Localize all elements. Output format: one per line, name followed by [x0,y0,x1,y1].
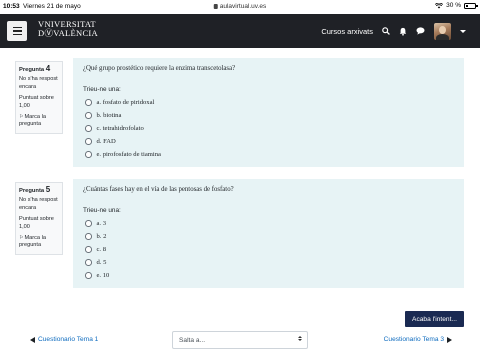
question-info-4: Pregunta 4 No s'ha respost encara Puntua… [15,61,63,134]
menu-icon-bar [12,30,22,32]
archived-courses-link[interactable]: Cursos arxivats [321,27,373,36]
radio-button[interactable] [85,112,92,119]
answer-option[interactable]: c. tetrahidrofolato [83,122,454,135]
radio-button[interactable] [85,233,92,240]
question-state: No s'ha respost encara [19,76,58,90]
answer-prompt: Trieu-ne una: [83,86,121,93]
answer-label: c. tetrahidrofolato [96,125,144,132]
question-text: ¿Qué grupo prostético requiere la enzima… [83,65,236,72]
arrow-left-icon [30,336,35,343]
status-bar: 10:53 Viernes 21 de mayo aulavirtual.uv.… [0,0,480,14]
question-grade: Puntuat sobre 1,00 [19,216,54,230]
avatar[interactable] [434,22,451,40]
radio-button[interactable] [85,246,92,253]
menu-button[interactable] [7,21,27,41]
wifi-icon [435,2,444,8]
logo-line-2: DⓋVALÈNCIA [38,28,98,38]
previous-activity-link[interactable]: Cuestionario Tema 1 [30,336,98,343]
answer-label: e. 10 [96,272,110,279]
answer-list: a. 3 b. 2 c. 8 d. 5 e. 10 [83,217,454,282]
answer-label: c. 8 [96,246,107,253]
question-label: Pregunta [19,67,45,73]
status-time: 10:53 [3,3,20,10]
flag-label: Marca la pregunta [19,235,46,249]
radio-button[interactable] [85,151,92,158]
question-info-5: Pregunta 5 No s'ha respost encara Puntua… [15,182,63,255]
question-number-value: 5 [45,185,51,194]
finish-attempt-button[interactable]: Acaba l'intent... [405,311,464,327]
answer-label: a. 3 [96,220,107,227]
radio-button[interactable] [85,99,92,106]
flag-icon: ⚐ [19,114,24,121]
answer-label: d. FAD [96,138,116,145]
bell-icon[interactable] [399,27,407,36]
answer-option[interactable]: a. 3 [83,217,454,230]
battery-icon [464,2,478,9]
question-grade: Puntuat sobre 1,00 [19,95,54,109]
search-icon[interactable] [382,27,390,35]
question-content-4: ¿Qué grupo prostético requiere la enzima… [73,58,464,167]
battery-fill [466,4,469,7]
menu-icon-bar [12,26,22,29]
radio-button[interactable] [85,138,92,145]
jump-to-placeholder: Salta a... [179,336,206,344]
answer-option[interactable]: c. 8 [83,243,454,256]
arrow-right-icon [447,336,452,343]
answer-option[interactable]: d. 5 [83,256,454,269]
answer-option[interactable]: e. pirofosfato de tiamina [83,148,454,161]
answer-label: e. pirofosfato de tiamina [96,151,161,158]
caret-down-icon[interactable] [460,29,466,33]
answer-option[interactable]: e. 10 [83,269,454,282]
flag-question-link[interactable]: ⚐Marca la pregunta [19,114,59,129]
question-number-value: 4 [45,64,51,73]
lock-icon [213,4,218,9]
question-number: Pregunta 5 [19,186,59,195]
menu-icon-bar [12,33,22,36]
flag-question-link[interactable]: ⚐Marca la pregunta [19,235,59,250]
answer-option[interactable]: b. biotina [83,109,454,122]
question-state: No s'ha respost encara [19,197,58,211]
answer-label: a. fosfato de piridoxal [96,99,155,106]
radio-button[interactable] [85,125,92,132]
radio-button[interactable] [85,259,92,266]
status-indicators: 30 % [435,2,478,9]
previous-activity-label: Cuestionario Tema 1 [38,336,99,343]
next-activity-link[interactable]: Cuestionario Tema 3 [384,336,452,343]
answer-option[interactable]: d. FAD [83,135,454,148]
answer-option[interactable]: b. 2 [83,230,454,243]
flag-icon: ⚐ [19,235,24,242]
answer-label: b. 2 [96,233,107,240]
top-navbar: VNIVERSITAT DⓋVALÈNCIA Cursos arxivats [0,14,480,48]
address-bar[interactable]: aulavirtual.uv.es [213,3,267,10]
jump-to-select[interactable]: Salta a... [172,331,308,349]
flag-label: Marca la pregunta [19,114,46,128]
question-label: Pregunta [19,188,45,194]
radio-button[interactable] [85,220,92,227]
select-arrows-icon [298,336,302,341]
next-activity-label: Cuestionario Tema 3 [383,336,444,343]
question-content-5: ¿Cuántas fases hay en el vía de las pent… [73,179,464,288]
chat-icon[interactable] [416,27,425,35]
university-logo[interactable]: VNIVERSITAT DⓋVALÈNCIA [38,20,98,38]
address-url: aulavirtual.uv.es [219,3,267,10]
question-number: Pregunta 4 [19,65,59,74]
answer-option[interactable]: a. fosfato de piridoxal [83,96,454,109]
battery-percent: 30 % [446,2,461,9]
question-text: ¿Cuántas fases hay en el vía de las pent… [83,186,234,193]
status-date: Viernes 21 de mayo [23,3,81,10]
navbar-actions: Cursos arxivats [321,22,466,40]
answer-label: b. biotina [96,112,122,119]
radio-button[interactable] [85,272,92,279]
answer-list: a. fosfato de piridoxal b. biotina c. te… [83,96,454,161]
answer-prompt: Trieu-ne una: [83,207,121,214]
answer-label: d. 5 [96,259,107,266]
